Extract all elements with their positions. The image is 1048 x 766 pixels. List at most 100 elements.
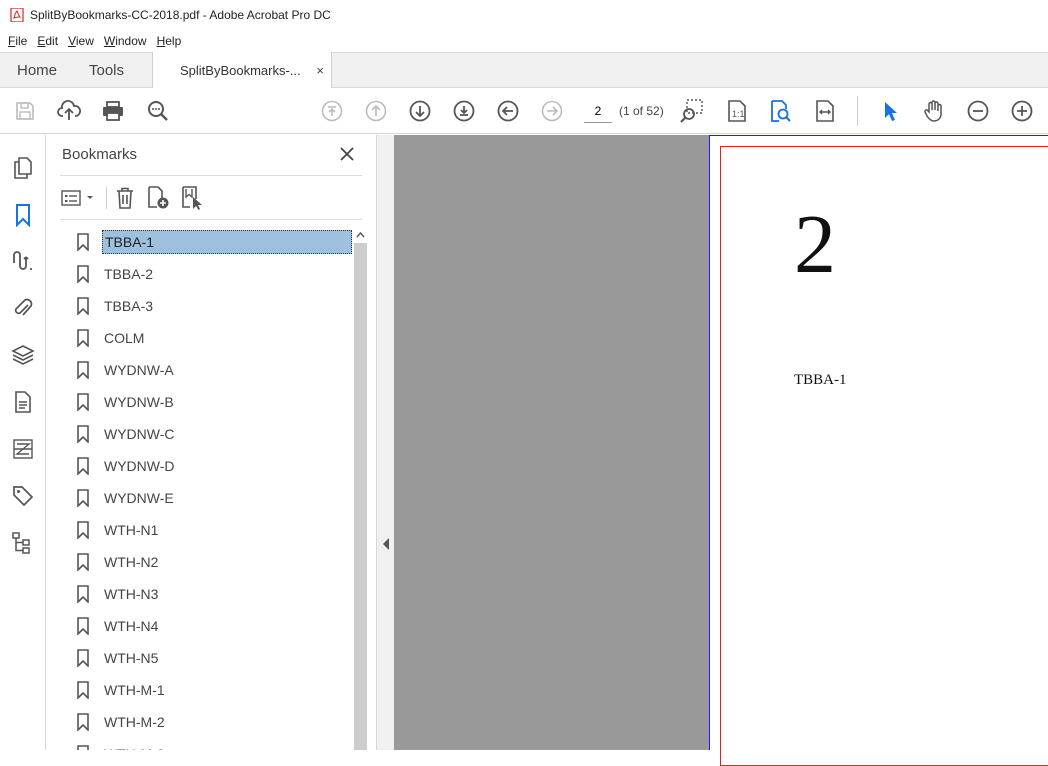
menu-view[interactable]: View [68, 34, 94, 48]
navigation-pane-rail [0, 135, 46, 750]
bookmark-item[interactable]: WYDNW-A [76, 357, 352, 383]
bookmark-item[interactable]: WTH-M-2 [76, 709, 352, 735]
expand-bookmark-button[interactable] [180, 185, 206, 211]
menu-edit[interactable]: Edit [37, 34, 58, 48]
bookmark-item[interactable]: WTH-M-3 [76, 741, 352, 750]
bookmark-label: WYDNW-B [104, 394, 174, 410]
previous-view-button[interactable] [495, 98, 521, 124]
svg-text:1:1: 1:1 [732, 109, 745, 119]
bookmark-label: WYDNW-A [104, 362, 174, 378]
bookmark-label: WTH-M-1 [104, 682, 165, 698]
page-number-input[interactable] [584, 99, 612, 123]
hand-tool-button[interactable] [921, 98, 947, 124]
menu-file[interactable]: File [8, 34, 27, 48]
bookmark-item[interactable]: WTH-N1 [76, 517, 352, 543]
tab-home[interactable]: Home [17, 53, 57, 88]
arrow-up-circle-icon [365, 100, 387, 122]
bookmark-label: TBBA-2 [104, 266, 154, 282]
title-bar: SplitByBookmarks-CC-2018.pdf - Adobe Acr… [0, 0, 1048, 30]
signatures-button[interactable] [10, 248, 36, 274]
save-button[interactable] [12, 98, 38, 124]
previous-page-button[interactable] [363, 98, 389, 124]
model-tree-button[interactable] [10, 530, 36, 556]
bookmark-item[interactable]: TBBA-3 [76, 293, 352, 319]
bookmark-label: WTH-N3 [104, 586, 159, 602]
next-page-button[interactable] [407, 98, 433, 124]
find-in-page-button[interactable] [768, 98, 794, 124]
page-heading-number: 2 [794, 198, 836, 291]
delete-bookmark-button[interactable] [112, 185, 138, 211]
page-count-label: (1 of 52) [619, 104, 664, 118]
page-thumbnails-button[interactable] [10, 155, 36, 181]
toolbar-divider [857, 96, 858, 126]
last-page-button[interactable] [451, 98, 477, 124]
close-panel-icon[interactable] [338, 145, 356, 163]
scroll-up-icon[interactable] [355, 230, 366, 240]
attachments-button[interactable] [10, 295, 36, 321]
tab-tools[interactable]: Tools [89, 53, 124, 88]
select-tool-button[interactable] [877, 98, 903, 124]
bookmark-icon [16, 204, 30, 227]
bookmark-icon [77, 265, 89, 283]
bookmark-item[interactable]: WTH-N3 [76, 581, 352, 607]
bookmark-item[interactable]: WTH-N2 [76, 549, 352, 575]
collapse-panel-icon[interactable] [382, 537, 390, 551]
tab-bar: Home Tools SplitByBookmarks-... × [0, 52, 1048, 89]
bookmarks-button[interactable] [10, 202, 36, 228]
close-tab-icon[interactable]: × [316, 63, 324, 78]
menu-help[interactable]: Help [157, 34, 182, 48]
first-page-button[interactable] [319, 98, 345, 124]
bookmark-item[interactable]: TBBA-2 [76, 261, 352, 287]
panel-splitter[interactable] [376, 135, 394, 750]
menu-window[interactable]: Window [104, 34, 147, 48]
bookmark-icon [77, 489, 89, 507]
bookmark-add-icon [148, 186, 169, 209]
bookmarks-panel: Bookmarks TBBA-1 TBBA-2 TBBA-3 COLM WYDN… [46, 135, 376, 750]
tags-button[interactable] [10, 483, 36, 509]
bookmarks-scrollbar[interactable] [353, 228, 368, 750]
document-view[interactable]: 2 TBBA-1 [394, 135, 1048, 766]
paperclip-icon [14, 298, 33, 316]
bookmark-item[interactable]: WTH-M-1 [76, 677, 352, 703]
actual-size-button[interactable]: 1:1 [724, 98, 750, 124]
page-frame [720, 146, 1048, 766]
next-view-button[interactable] [539, 98, 565, 124]
bookmark-item[interactable]: WYDNW-C [76, 421, 352, 447]
bookmark-label: WTH-N2 [104, 554, 159, 570]
fit-width-button[interactable] [812, 98, 838, 124]
scrollbar-thumb[interactable] [354, 243, 367, 750]
bookmark-icon [77, 361, 89, 379]
tab-document[interactable]: SplitByBookmarks-... × [152, 52, 332, 89]
window-title: SplitByBookmarks-CC-2018.pdf - Adobe Acr… [30, 8, 331, 22]
content-button[interactable] [10, 436, 36, 462]
zoom-in-button[interactable] [1009, 98, 1035, 124]
tool-divider [106, 187, 107, 209]
upload-cloud-button[interactable] [56, 98, 82, 124]
bookmark-item[interactable]: WTH-N4 [76, 613, 352, 639]
bookmark-icon [77, 649, 89, 667]
zoom-out-button[interactable] [965, 98, 991, 124]
print-button[interactable] [100, 98, 126, 124]
bookmark-item[interactable]: WYDNW-E [76, 485, 352, 511]
bookmark-item[interactable]: WTH-N5 [76, 645, 352, 671]
bookmark-options-button[interactable] [60, 185, 98, 211]
bookmark-item[interactable]: WYDNW-B [76, 389, 352, 415]
new-bookmark-button[interactable] [146, 185, 172, 211]
document-properties-button[interactable] [10, 389, 36, 415]
bookmark-item[interactable]: TBBA-1 [76, 229, 352, 255]
search-icon [148, 101, 168, 121]
document-icon [15, 391, 31, 413]
layers-button[interactable] [10, 342, 36, 368]
pages-icon [14, 157, 32, 179]
bookmark-item[interactable]: COLM [76, 325, 352, 351]
bookmark-label: WTH-M-2 [104, 714, 165, 730]
bookmark-label: WYDNW-D [104, 458, 175, 474]
cursor-arrow-icon [885, 102, 897, 121]
search-button[interactable] [145, 98, 171, 124]
bookmark-label: WYDNW-E [104, 490, 174, 506]
tree-structure-icon [12, 532, 30, 554]
options-list-icon [61, 190, 93, 206]
marquee-zoom-button[interactable] [679, 98, 705, 124]
bookmark-item[interactable]: WYDNW-D [76, 453, 352, 479]
tag-icon [13, 486, 34, 507]
